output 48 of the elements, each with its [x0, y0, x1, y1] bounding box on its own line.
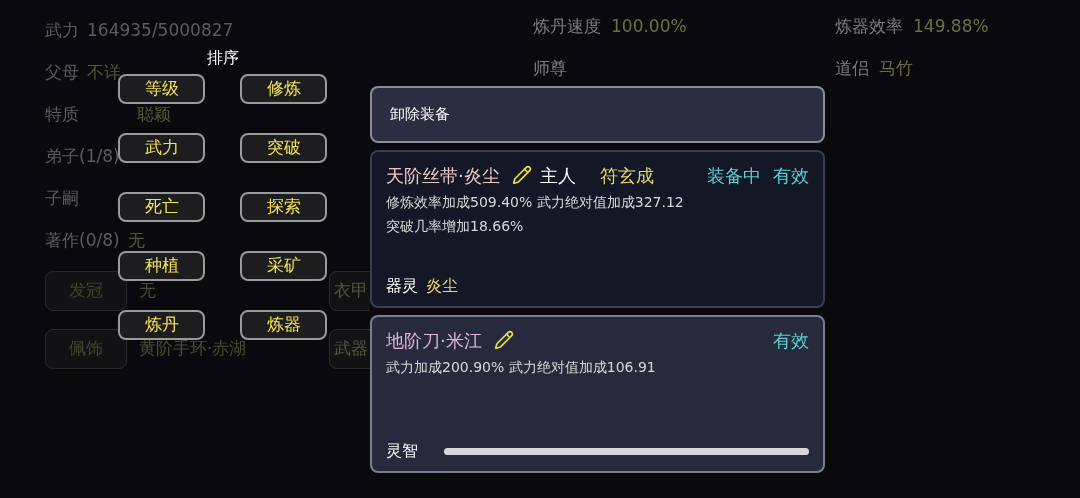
slot-item: 黄阶手环·赤湖 [139, 337, 248, 361]
profile-label: 弟子(1/8) [45, 145, 120, 169]
effect-text: 突破几率增加18.66% [386, 217, 525, 236]
owner-label: 主人 [539, 163, 576, 188]
stat-value: 149.88% [913, 15, 989, 39]
spirit-label: 器灵 [386, 275, 418, 297]
profile-label: 特质 [45, 103, 79, 127]
effect-text: 修炼效率加成509.40% 武力绝对值加成327.12 [386, 193, 685, 212]
stat-label: 师尊 [533, 57, 567, 81]
sort-option-button[interactable]: 炼丹 [118, 310, 205, 340]
status-tag: 有效 [773, 161, 809, 189]
sort-option-button[interactable]: 等级 [118, 74, 205, 104]
sort-option-button[interactable]: 采矿 [240, 251, 327, 281]
spirit-name: 炎尘 [426, 275, 458, 297]
unequip-button[interactable]: 卸除装备 [370, 86, 825, 143]
profile-value: 聪颖 [137, 103, 171, 127]
profile-label: 父母 [45, 61, 79, 85]
profile-label: 著作(0/8) [45, 229, 120, 253]
stat-value: 马竹 [879, 57, 913, 81]
item-name: 地阶刀·米江 [386, 328, 482, 353]
slot-item: 无 [139, 279, 157, 303]
effect-text: 武力加成200.90% 武力绝对值加成106.91 [386, 358, 657, 377]
profile-value: 不详 [87, 61, 121, 85]
item-name: 天阶丝带·炎尘 [386, 163, 500, 188]
stat-label: 炼丹速度 [533, 15, 601, 39]
sort-option-button[interactable]: 突破 [240, 133, 327, 163]
sort-option-button[interactable]: 种植 [118, 251, 205, 281]
sort-option-button[interactable]: 死亡 [118, 192, 205, 222]
status-tag: 有效 [773, 326, 809, 354]
pencil-icon[interactable] [511, 165, 532, 185]
sort-option-button[interactable]: 修炼 [240, 74, 327, 104]
stat-label: 炼器效率 [835, 15, 903, 39]
profile-label: 子嗣 [45, 187, 79, 211]
sort-option-button[interactable]: 炼器 [240, 310, 327, 340]
sort-option-button[interactable]: 探索 [240, 192, 327, 222]
stat-value: 100.00% [611, 15, 687, 39]
wisdom-label: 灵智 [386, 440, 419, 462]
profile-label: 武力 [45, 19, 79, 43]
owner-name: 符玄成 [599, 163, 654, 188]
equipment-card[interactable]: 地阶刀·米江 有效 武力加成200.90% 武力绝对值加成106.91 灵智 [370, 315, 825, 473]
pencil-icon[interactable] [493, 330, 514, 350]
stat-label: 道侣 [835, 57, 869, 81]
profile-value: 无 [127, 229, 145, 253]
equipment-card[interactable]: 天阶丝带·炎尘 主人 符玄成 装备中 有效 修炼效率加成509.40% 武力绝对值加成327.12 突破几率增加18.66% 器灵 炎尘 [370, 150, 825, 308]
sort-option-button[interactable]: 武力 [118, 133, 205, 163]
profile-value: 164935/5000827 [87, 19, 234, 43]
sort-title: 排序 [206, 47, 239, 69]
equipped-tag: 装备中 [707, 161, 761, 189]
